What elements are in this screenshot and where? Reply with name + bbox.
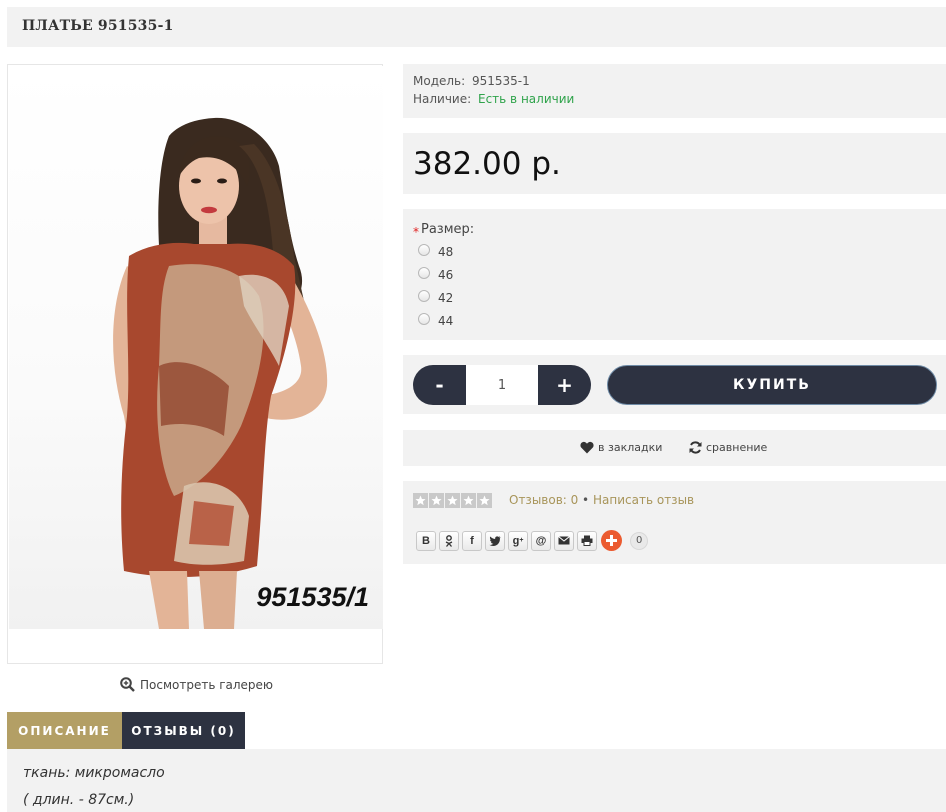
availability-row: Наличие: Есть в наличии [413, 92, 574, 106]
facebook-icon[interactable]: f [462, 530, 482, 551]
model-label: Модель: [413, 74, 466, 88]
quantity-decrease-button[interactable]: - [413, 365, 466, 405]
product-image-box[interactable]: 951535/1 [7, 64, 383, 664]
tab-description[interactable]: ОПИСАНИЕ [7, 712, 122, 749]
size-value: 42 [438, 291, 454, 305]
add-to-compare-link[interactable]: сравнение [689, 441, 767, 454]
share-more-plus-icon[interactable] [601, 530, 622, 551]
star-empty-icon [461, 493, 476, 508]
view-gallery-label: Посмотреть галерею [140, 677, 274, 692]
size-option-44[interactable]: 44 [418, 312, 454, 328]
write-review-link[interactable]: Написать отзыв [593, 493, 694, 507]
heart-icon [580, 441, 594, 454]
reviews-count-link[interactable]: Отзывов: 0 [509, 493, 578, 507]
size-radio-42[interactable] [418, 290, 430, 302]
share-count-badge: 0 [630, 531, 649, 550]
size-option-42[interactable]: 42 [418, 289, 454, 305]
rating-stars [413, 493, 492, 508]
zoom-in-icon [120, 677, 135, 692]
wishlist-label: в закладки [598, 441, 663, 454]
size-option-48[interactable]: 48 [418, 243, 454, 259]
model-value: 951535-1 [472, 74, 530, 88]
refresh-icon [689, 441, 702, 454]
star-empty-icon [413, 493, 428, 508]
size-radio-44[interactable] [418, 313, 430, 325]
size-label: Размер: [421, 222, 475, 237]
share-buttons: B f g + @ 0 [416, 530, 649, 551]
odnoklassniki-icon[interactable] [439, 530, 459, 551]
google-plus-icon[interactable]: g + [508, 530, 528, 551]
twitter-icon[interactable] [485, 530, 505, 551]
price-panel: 382.00 р. [403, 133, 946, 194]
star-empty-icon [429, 493, 444, 508]
product-price: 382.00 р. [413, 146, 561, 182]
reviews-separator: • [582, 493, 590, 507]
product-tabs: ОПИСАНИЕ ОТЗЫВЫ (0) [7, 712, 245, 749]
model-row: Модель: 951535-1 [413, 74, 530, 88]
required-mark: * [413, 225, 419, 239]
size-value: 44 [438, 314, 454, 328]
size-value: 48 [438, 245, 454, 259]
product-title-bar: ПЛАТЬЕ 951535-1 [7, 7, 946, 47]
mail-at-icon[interactable]: @ [531, 530, 551, 551]
description-line: ( длин. - 87см.) [23, 792, 135, 808]
quantity-increase-button[interactable]: + [538, 365, 591, 405]
view-gallery-link[interactable]: Посмотреть галерею [120, 677, 273, 692]
size-option-46[interactable]: 46 [418, 266, 454, 282]
vk-icon[interactable]: B [416, 530, 436, 551]
quantity-input[interactable] [466, 365, 538, 405]
wishlist-compare-panel: в закладки сравнение [403, 430, 946, 466]
tab-reviews[interactable]: ОТЗЫВЫ (0) [122, 712, 245, 749]
description-panel: ткань: микромасло ( длин. - 87см.) [7, 749, 946, 812]
description-line: ткань: микромасло [23, 765, 165, 781]
print-icon[interactable] [577, 530, 597, 551]
model-info-panel: Модель: 951535-1 Наличие: Есть в наличии [403, 64, 946, 118]
star-empty-icon [477, 493, 492, 508]
size-value: 46 [438, 268, 454, 282]
availability-value: Есть в наличии [478, 92, 575, 106]
page-title: ПЛАТЬЕ 951535-1 [22, 18, 174, 34]
star-empty-icon [445, 493, 460, 508]
dress-model-illustration [113, 117, 328, 629]
product-photo[interactable]: 951535/1 [9, 66, 383, 629]
size-radio-46[interactable] [418, 267, 430, 279]
compare-label: сравнение [706, 441, 768, 454]
quantity-stepper: - + [413, 365, 591, 405]
size-radio-48[interactable] [418, 244, 430, 256]
buy-panel: - + КУПИТЬ [403, 355, 946, 414]
reviews-share-panel: Отзывов: 0 • Написать отзыв B f g + @ 0 [403, 481, 946, 564]
email-icon[interactable] [554, 530, 574, 551]
availability-label: Наличие: [413, 92, 472, 106]
size-label-row: * Размер: [413, 222, 475, 239]
add-to-wishlist-link[interactable]: в закладки [580, 441, 662, 454]
buy-button[interactable]: КУПИТЬ [607, 365, 937, 405]
size-options-panel: * Размер: 48 46 42 44 [403, 209, 946, 340]
product-image-code: 951535/1 [256, 582, 369, 612]
